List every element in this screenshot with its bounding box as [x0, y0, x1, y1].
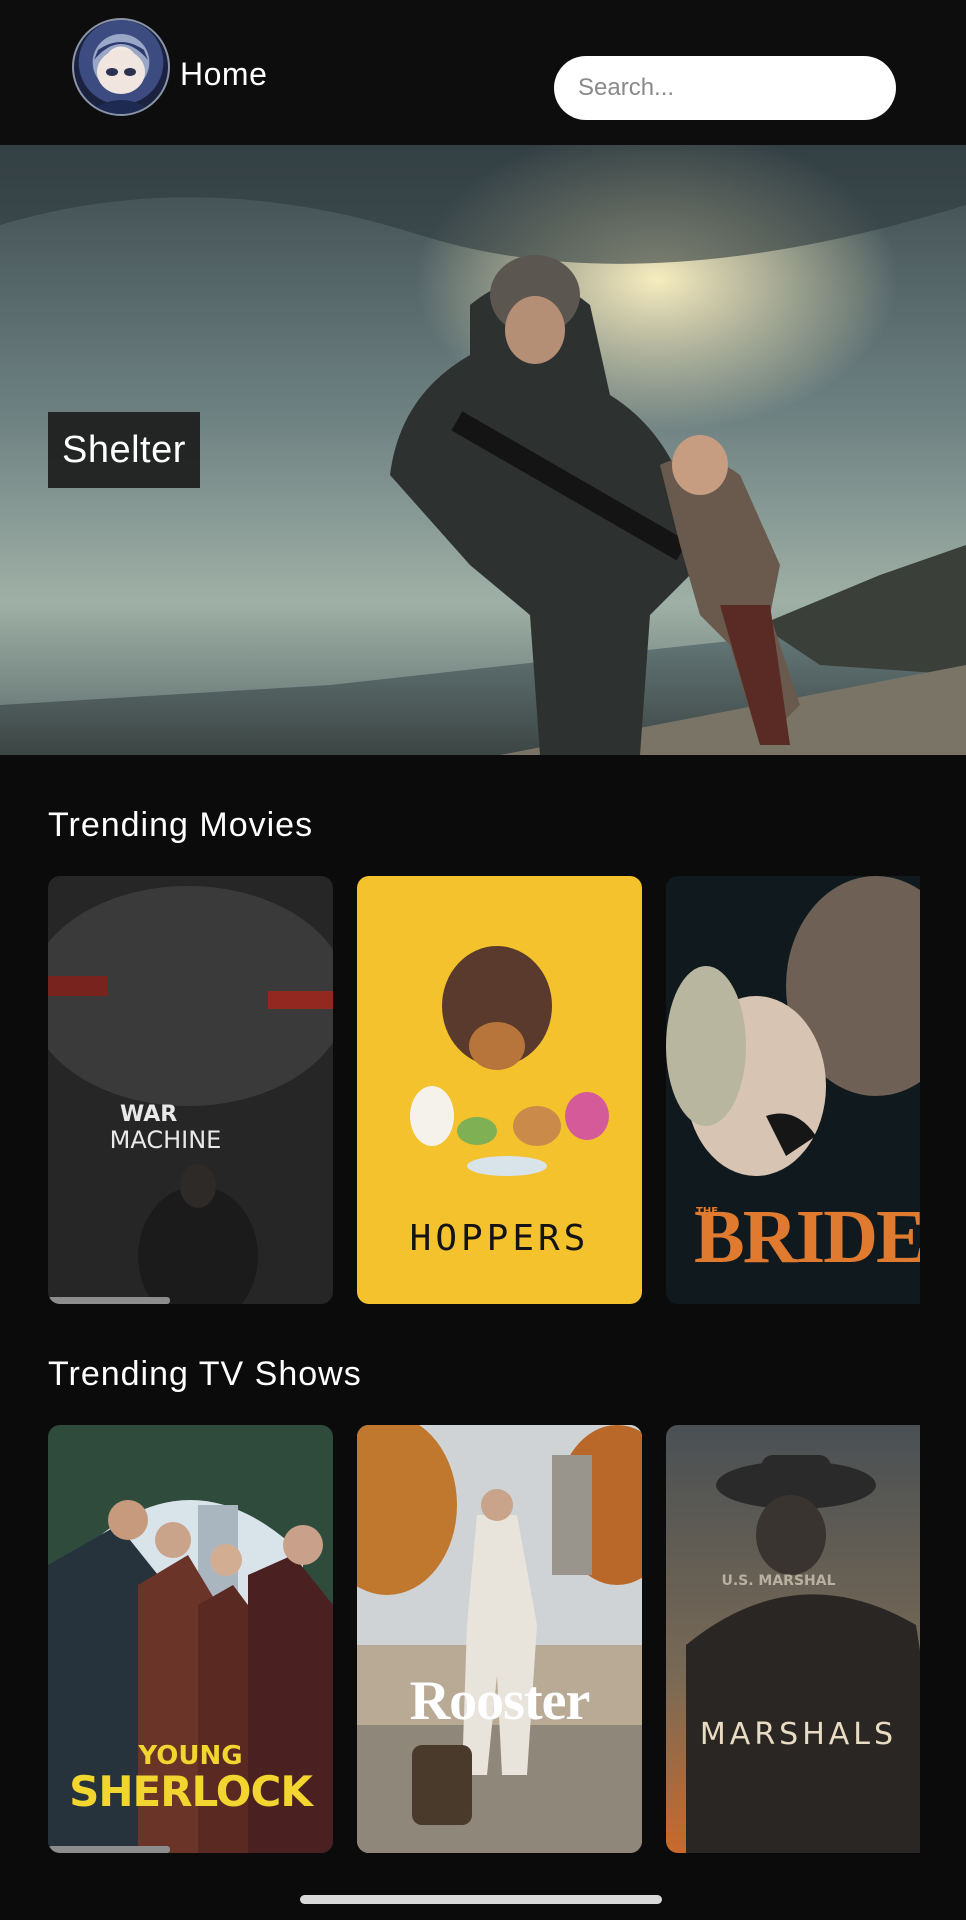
- scroll-indicator: [48, 1297, 170, 1304]
- scroll-indicator: [48, 1846, 170, 1853]
- trending-tv-shows-row[interactable]: YOUNG SHERLOCK Rooster U.S. MARSHAL MARS…: [48, 1425, 920, 1855]
- tv-poster-rooster[interactable]: Rooster: [357, 1425, 642, 1853]
- trending-movies-row[interactable]: WAR MACHINE HOPPERS BRIDE! THE: [48, 876, 920, 1306]
- poster-title-line2: SHERLOCK: [69, 1767, 313, 1816]
- poster-title: Rooster: [409, 1670, 591, 1732]
- avatar[interactable]: [72, 18, 170, 116]
- hero-banner[interactable]: Shelter: [0, 145, 966, 755]
- search-input[interactable]: [554, 56, 896, 120]
- movie-poster-hoppers[interactable]: HOPPERS: [357, 876, 642, 1304]
- poster-title-prefix: THE: [696, 1206, 719, 1217]
- tv-poster-marshals[interactable]: U.S. MARSHAL MARSHALS: [666, 1425, 920, 1853]
- section-title-trending-tv-shows: Trending TV Shows: [48, 1355, 362, 1393]
- section-title-trending-movies: Trending Movies: [48, 806, 314, 844]
- poster-title: HOPPERS: [409, 1218, 590, 1259]
- home-indicator[interactable]: [300, 1895, 662, 1904]
- poster-title-line2: MACHINE: [109, 1126, 222, 1154]
- poster-title: MARSHALS: [699, 1717, 898, 1752]
- hero-title: Shelter: [48, 412, 200, 488]
- page-title: Home: [180, 56, 268, 92]
- movie-poster-war-machine[interactable]: WAR MACHINE: [48, 876, 333, 1304]
- movie-poster-bride[interactable]: BRIDE! THE: [666, 876, 920, 1304]
- poster-title-line1: WAR: [120, 1102, 178, 1127]
- tv-poster-young-sherlock[interactable]: YOUNG SHERLOCK: [48, 1425, 333, 1853]
- top-bar: Home: [0, 0, 966, 145]
- poster-badge-text: U.S. MARSHAL: [721, 1573, 836, 1589]
